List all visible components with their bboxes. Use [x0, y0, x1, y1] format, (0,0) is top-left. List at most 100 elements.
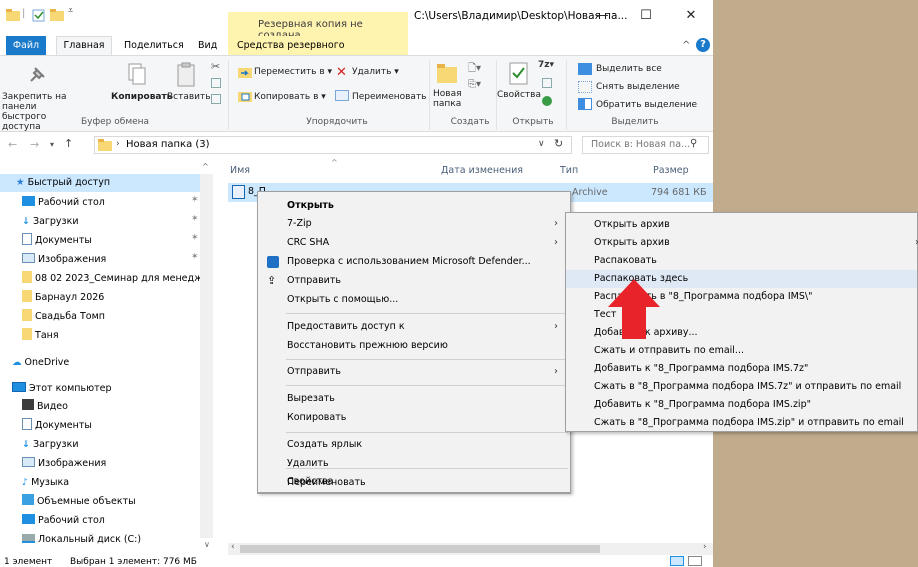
paste-shortcut-icon[interactable]	[211, 94, 221, 104]
nav-item-documents[interactable]: Документы	[22, 232, 92, 250]
nav-scroll-up-icon[interactable]: ^	[202, 162, 209, 171]
menu-item-restore-versions[interactable]: Восстановить прежнюю версию	[258, 336, 570, 355]
tab-share[interactable]: Поделиться	[124, 37, 184, 55]
nav-item-label: Рабочий стол	[38, 515, 105, 526]
up-icon[interactable]: ↑	[64, 137, 73, 150]
breadcrumb-current[interactable]: Новая папка (3)	[126, 139, 210, 150]
nav-scroll-down-icon[interactable]: ∨	[204, 540, 210, 549]
column-header-size[interactable]: Размер	[653, 165, 689, 176]
nav-this-pc[interactable]: Этот компьютер	[12, 380, 112, 398]
desktop-icon	[22, 196, 35, 206]
nav-item-label: Свадьба Томп	[35, 311, 105, 322]
cut-icon[interactable]: ✂	[211, 60, 220, 73]
minimize-button[interactable]: —	[589, 6, 615, 26]
submenu-item-open-archive-2[interactable]: Открыть архив›	[566, 234, 918, 252]
rename-button[interactable]: Переименовать	[352, 92, 427, 102]
music-icon: ♪	[22, 477, 29, 488]
nav-pc-item[interactable]: Документы	[22, 417, 92, 435]
menu-item-send-to[interactable]: Отправить ›	[258, 362, 570, 381]
submenu-item-add-zip[interactable]: Добавить к "8_Программа подбора IMS.zip"	[566, 396, 917, 414]
menu-item-crc-sha[interactable]: CRC SHA ›	[258, 233, 570, 252]
menu-item-cut[interactable]: Вырезать	[258, 389, 570, 408]
nav-item-desktop[interactable]: Рабочий стол	[22, 194, 105, 212]
copy-button[interactable]: Копировать	[111, 92, 172, 102]
select-all-button[interactable]: Выделить все	[596, 64, 662, 74]
nav-pc-item[interactable]: ↓ Загрузки	[22, 436, 79, 454]
menu-item-defender[interactable]: Проверка с использованием Microsoft Defe…	[258, 252, 570, 271]
nav-quick-access[interactable]: ★ Быстрый доступ	[0, 174, 200, 192]
nav-item-pictures[interactable]: Изображения	[22, 251, 106, 269]
column-header-type[interactable]: Тип	[560, 165, 578, 176]
new-item-icon[interactable]: 🗋▾	[468, 61, 481, 78]
open-with-icon[interactable]: 7z▾	[538, 60, 554, 70]
edit-icon[interactable]	[542, 78, 552, 88]
qat-dropdown-icon[interactable]: ⩡	[68, 6, 73, 16]
properties-button[interactable]: Свойства	[497, 90, 541, 100]
select-none-button[interactable]: Снять выделение	[596, 82, 680, 92]
menu-item-properties[interactable]: Свойства	[258, 472, 570, 491]
menu-item-open[interactable]: Открыть	[258, 196, 570, 215]
column-header-date[interactable]: Дата изменения	[441, 165, 523, 176]
nav-pc-item[interactable]: Объемные объекты	[22, 493, 136, 511]
horizontal-scroll-thumb[interactable]	[240, 545, 600, 553]
address-dropdown-icon[interactable]: ∨	[538, 139, 545, 149]
help-icon[interactable]: ?	[696, 38, 710, 52]
scroll-right-icon[interactable]: ›	[703, 542, 707, 552]
properties-qat-icon[interactable]	[32, 9, 46, 22]
copy-to-label: Копировать в	[254, 92, 319, 102]
search-icon[interactable]: ⚲	[690, 138, 697, 149]
nav-pc-item[interactable]: ♪ Музыка	[22, 474, 69, 492]
nav-pc-item[interactable]: Локальный диск (C:)	[22, 531, 141, 549]
collapse-ribbon-icon[interactable]: ^	[682, 40, 690, 51]
nav-item-folder[interactable]: 08 02 2023_Семинар для менедже	[22, 270, 200, 288]
column-header-name[interactable]: Имя	[230, 165, 250, 176]
tab-backup-tools[interactable]: Средства резервного копирования	[228, 36, 408, 71]
nav-item-folder[interactable]: Свадьба Томп	[22, 308, 105, 326]
close-button[interactable]: ✕	[678, 6, 704, 26]
breadcrumb-chevron-icon[interactable]: ›	[116, 139, 120, 149]
tab-view[interactable]: Вид	[198, 37, 217, 55]
nav-pc-item[interactable]: Видео	[22, 398, 68, 416]
menu-item-create-shortcut[interactable]: Создать ярлык	[258, 435, 570, 454]
nav-scrollbar[interactable]	[200, 174, 213, 538]
new-folder-button[interactable]: Новая папка	[433, 89, 462, 109]
history-icon[interactable]	[542, 96, 552, 106]
scroll-left-icon[interactable]: ‹	[231, 542, 235, 552]
menu-item-copy[interactable]: Копировать	[258, 408, 570, 427]
easy-access-icon[interactable]: ⎘▾	[468, 79, 481, 90]
invert-selection-button[interactable]: Обратить выделение	[596, 100, 697, 110]
nav-pc-item[interactable]: Рабочий стол	[22, 512, 105, 530]
nav-onedrive[interactable]: ☁ OneDrive	[12, 354, 69, 372]
delete-button[interactable]: Удалить ▾	[352, 67, 399, 77]
forward-icon[interactable]: →	[30, 138, 39, 151]
copy-path-icon[interactable]	[211, 78, 221, 88]
move-to-button[interactable]: Переместить в ▾	[254, 67, 332, 77]
maximize-button[interactable]: ☐	[633, 6, 659, 26]
paste-button[interactable]: Вставить	[167, 92, 211, 102]
move-to-icon	[238, 66, 252, 81]
menu-item-7zip[interactable]: 7-Zip ›	[258, 214, 570, 233]
menu-item-label: Предоставить доступ к	[287, 321, 405, 332]
copy-to-button[interactable]: Копировать в ▾	[254, 92, 326, 102]
tab-file[interactable]: Файл	[6, 36, 46, 56]
nav-item-folder[interactable]: Барнаул 2026	[22, 289, 104, 307]
new-folder-qat-icon[interactable]	[50, 9, 64, 21]
recent-locations-icon[interactable]: ▾	[50, 140, 54, 149]
details-view-icon[interactable]	[670, 556, 684, 566]
submenu-item-compress-zip-email[interactable]: Сжать в "8_Программа подбора IMS.zip" и …	[566, 414, 917, 432]
menu-item-open-with[interactable]: Открыть с помощью...	[258, 290, 570, 309]
refresh-icon[interactable]: ↻	[554, 137, 563, 150]
submenu-item-add-7z[interactable]: Добавить к "8_Программа подбора IMS.7z"	[566, 360, 917, 378]
submenu-item-extract[interactable]: Распаковать	[566, 252, 917, 270]
back-icon[interactable]: ←	[8, 138, 17, 151]
tab-home[interactable]: Главная	[56, 36, 112, 56]
large-icons-view-icon[interactable]	[688, 556, 702, 566]
submenu-item-compress-email[interactable]: Сжать и отправить по email...	[566, 342, 917, 360]
submenu-item-open-archive[interactable]: Открыть архив	[566, 216, 917, 234]
menu-item-share[interactable]: ⇪ Отправить	[258, 271, 570, 290]
nav-pc-item[interactable]: Изображения	[22, 455, 106, 473]
submenu-item-compress-7z-email[interactable]: Сжать в "8_Программа подбора IMS.7z" и о…	[566, 378, 917, 396]
nav-item-folder[interactable]: Таня	[22, 327, 59, 345]
menu-item-give-access[interactable]: Предоставить доступ к ›	[258, 317, 570, 336]
nav-item-downloads[interactable]: ↓ Загрузки	[22, 213, 79, 231]
